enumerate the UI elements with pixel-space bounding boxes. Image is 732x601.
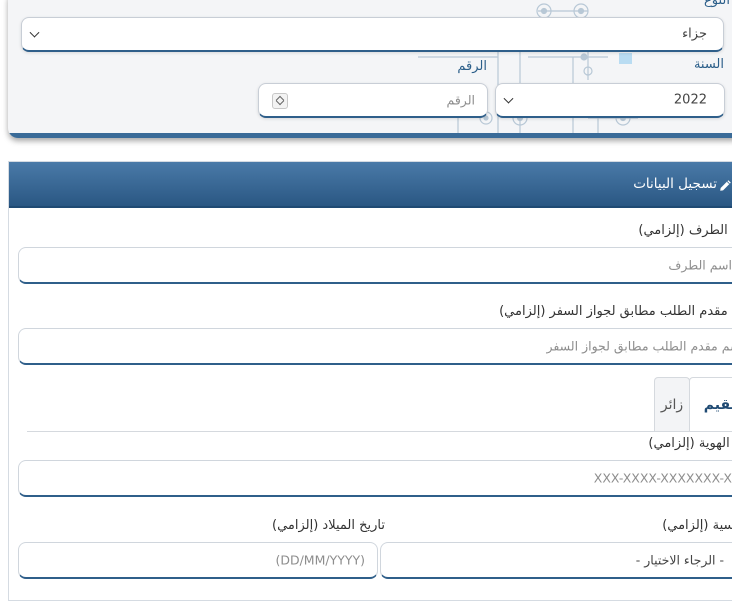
number-label: الرقم: [457, 59, 487, 74]
tab-visitor-label: زائر: [660, 396, 684, 413]
party-name-input[interactable]: اسم الطرف: [18, 247, 732, 284]
card-title: تسجيل البيانات: [633, 176, 717, 192]
party-name-label: اسم الطرف (إلزامي): [638, 223, 732, 238]
type-select[interactable]: جزاء: [21, 17, 724, 52]
id-number-label: رقم الهوية (إلزامي): [648, 436, 732, 451]
birth-date-placeholder: (DD/MM/YYYY): [275, 552, 365, 568]
nationality-select-value: - الرجاء الاختيار -: [635, 552, 724, 568]
tabs-divider: [27, 431, 732, 432]
year-select-value: 2022: [673, 92, 707, 108]
nationality-select[interactable]: - الرجاء الاختيار -: [380, 542, 732, 579]
birth-date-input[interactable]: (DD/MM/YYYY): [18, 542, 378, 579]
search-panel: النوع جزاء السنة الرقم 2022 الرقم: [8, 0, 732, 138]
number-spinner-icon[interactable]: [272, 93, 288, 109]
pencil-icon: [720, 180, 731, 191]
year-select[interactable]: 2022: [495, 83, 725, 118]
tab-resident[interactable]: مقيم: [689, 377, 732, 431]
year-label: السنة: [693, 57, 724, 72]
chevron-down-icon: [29, 27, 40, 38]
tab-visitor[interactable]: زائر: [654, 377, 690, 431]
number-input-placeholder: الرقم: [446, 92, 475, 108]
data-registration-card: تسجيل البيانات اسم الطرف (إلزامي) اسم ال…: [8, 161, 732, 601]
type-select-value: جزاء: [682, 26, 707, 42]
type-label: النوع: [704, 0, 730, 8]
nationality-label: الجنسية (إلزامي): [662, 518, 732, 533]
number-input[interactable]: الرقم: [258, 83, 488, 118]
id-number-placeholder: XXX-XXXX-XXXXXXX-X: [593, 470, 732, 486]
applicant-name-input[interactable]: اسم مقدم الطلب مطابق لجواز السفر: [18, 328, 732, 365]
id-number-input[interactable]: XXX-XXXX-XXXXXXX-X: [18, 460, 732, 497]
panel-accent-bar: [8, 133, 732, 138]
applicant-name-placeholder: اسم مقدم الطلب مطابق لجواز السفر: [546, 338, 732, 354]
birth-date-label: تاريخ الميلاد (إلزامي): [272, 518, 385, 533]
chevron-down-icon: [503, 93, 514, 104]
tab-resident-label: مقيم: [703, 396, 732, 413]
party-name-placeholder: اسم الطرف: [668, 257, 732, 273]
card-header: تسجيل البيانات: [9, 162, 732, 208]
applicant-name-label: اسم مقدم الطلب مطابق لجواز السفر (إلزامي…: [499, 304, 732, 319]
